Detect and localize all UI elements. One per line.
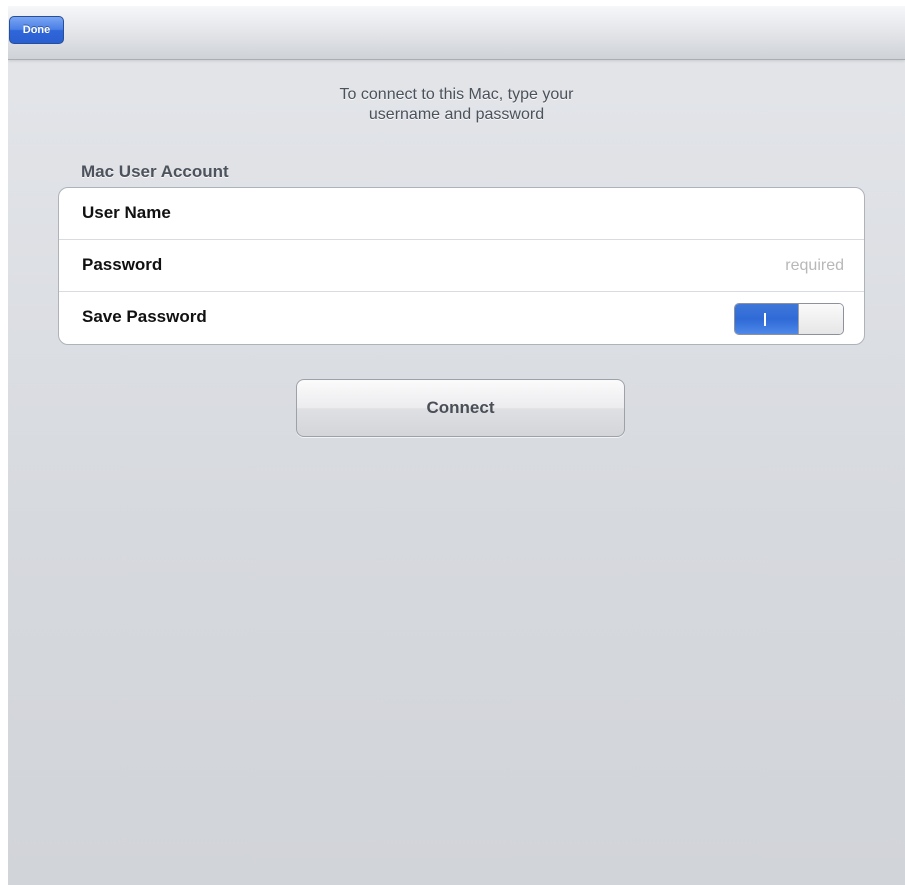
save-password-toggle[interactable] — [734, 303, 844, 335]
toggle-on-indicator-icon — [764, 313, 766, 326]
user-name-row[interactable]: User Name — [59, 188, 864, 240]
connect-button[interactable]: Connect — [296, 379, 625, 437]
password-input[interactable] — [484, 254, 844, 278]
instructions-line-1: To connect to this Mac, type your — [339, 86, 574, 103]
done-button[interactable]: Done — [9, 16, 64, 44]
save-password-label: Save Password — [82, 307, 207, 326]
user-name-label: User Name — [82, 203, 171, 222]
toggle-on-track — [735, 304, 799, 334]
password-label: Password — [82, 255, 163, 274]
save-password-row: Save Password — [59, 292, 864, 344]
password-row[interactable]: Password — [59, 240, 864, 292]
account-form-group: User Name Password Save Password — [58, 187, 865, 345]
user-name-input[interactable] — [484, 202, 844, 226]
screen: Done To connect to this Mac, type your u… — [8, 6, 905, 885]
instructions-text: To connect to this Mac, type your userna… — [8, 85, 905, 125]
toggle-knob[interactable] — [798, 304, 843, 334]
instructions-line-2: username and password — [368, 106, 545, 123]
section-header: Mac User Account — [81, 162, 229, 181]
navigation-bar: Done — [8, 6, 905, 60]
